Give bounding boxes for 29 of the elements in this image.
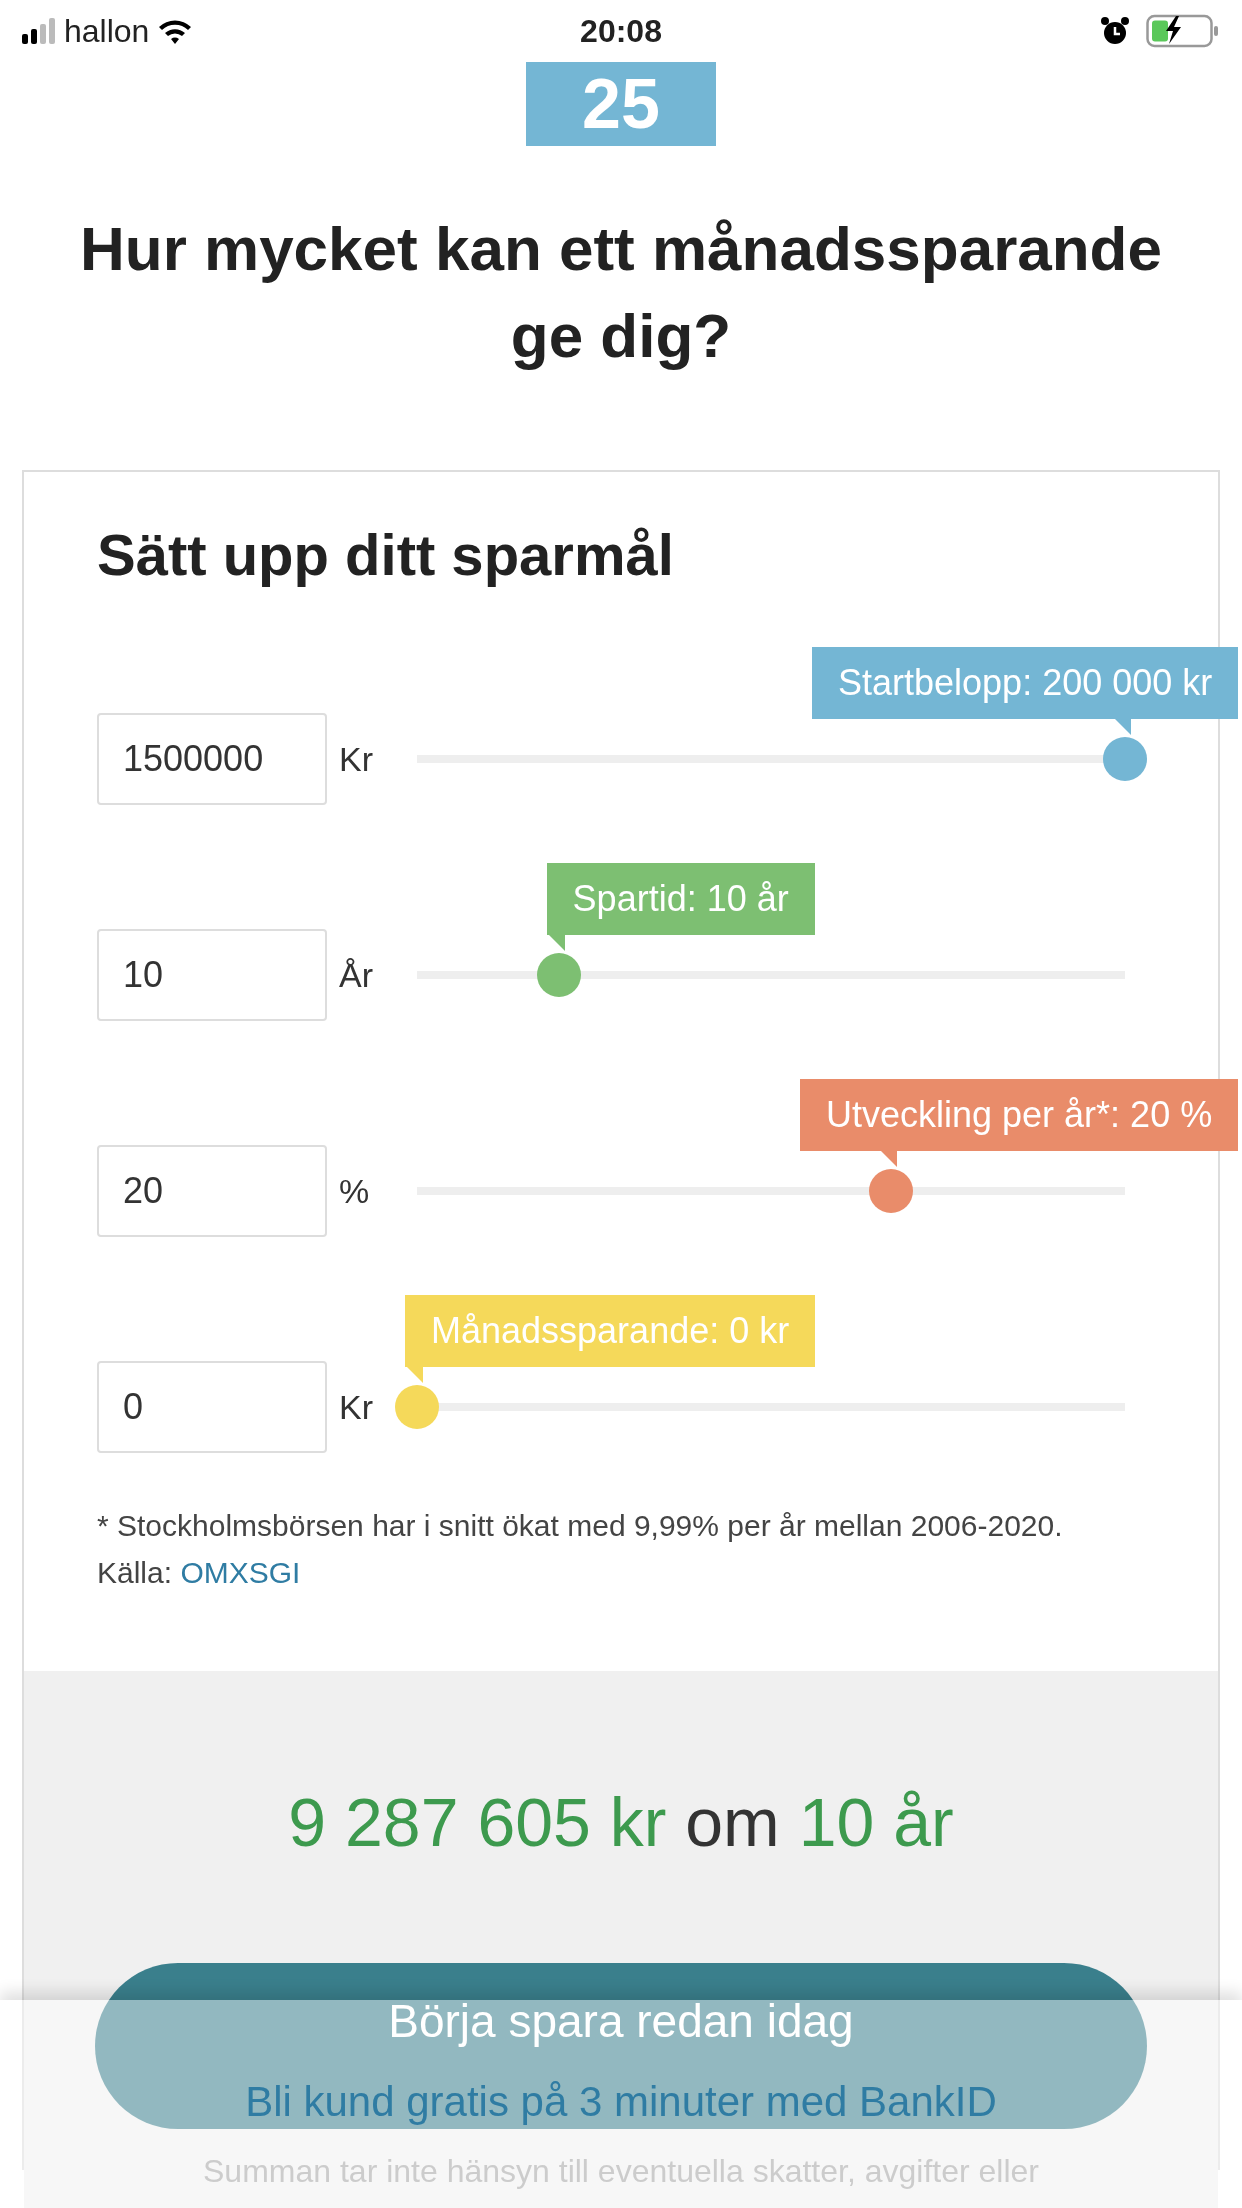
value-input[interactable]: 1500000 <box>97 713 327 806</box>
calculator-heading: Sätt upp ditt sparmål <box>97 520 675 589</box>
alarm-icon <box>1100 16 1130 46</box>
value-input[interactable]: 0 <box>97 1361 327 1454</box>
slider-tooltip: Spartid: 10 år <box>546 863 815 936</box>
number-badge: 25 <box>526 62 716 146</box>
value-input[interactable]: 10 <box>97 929 327 1022</box>
status-time: 20:08 <box>580 12 662 51</box>
slider-handle[interactable] <box>1103 737 1147 782</box>
carrier-name: hallon <box>64 12 150 51</box>
slider-tooltip: Utveckling per år*: 20 % <box>800 1079 1239 1152</box>
signal-icon <box>22 18 56 44</box>
tooltip-pointer <box>881 1151 898 1168</box>
value-input[interactable]: 20 <box>97 1145 327 1238</box>
slider-tooltip: Månadssparande: 0 kr <box>405 1295 816 1368</box>
page-title: Hur mycket kan ett månadssparande ge dig? <box>79 213 1163 372</box>
tooltip-pointer <box>548 935 565 952</box>
unit-label: År <box>338 954 374 996</box>
result-text: 9 287 605 kr om 10 år <box>287 1783 955 1863</box>
unit-label: Kr <box>338 1386 374 1428</box>
tooltip-pointer <box>407 1367 423 1384</box>
slider-handle[interactable] <box>395 1385 439 1430</box>
unit-label: % <box>338 1170 371 1212</box>
source-link[interactable]: OMXSGI <box>180 1555 301 1589</box>
footnote-text: * Stockholmsbörsen har i snitt ökat med 9,99% per år mellan 2006-2020. Källa: OMXSGI <box>97 1508 1064 1591</box>
tooltip-pointer <box>1115 719 1131 736</box>
unit-label: Kr <box>338 738 374 780</box>
slider-tooltip: Startbelopp: 200 000 kr <box>812 647 1239 720</box>
signup-text: Bli kund gratis på 3 minuter med BankID <box>245 2077 997 2127</box>
